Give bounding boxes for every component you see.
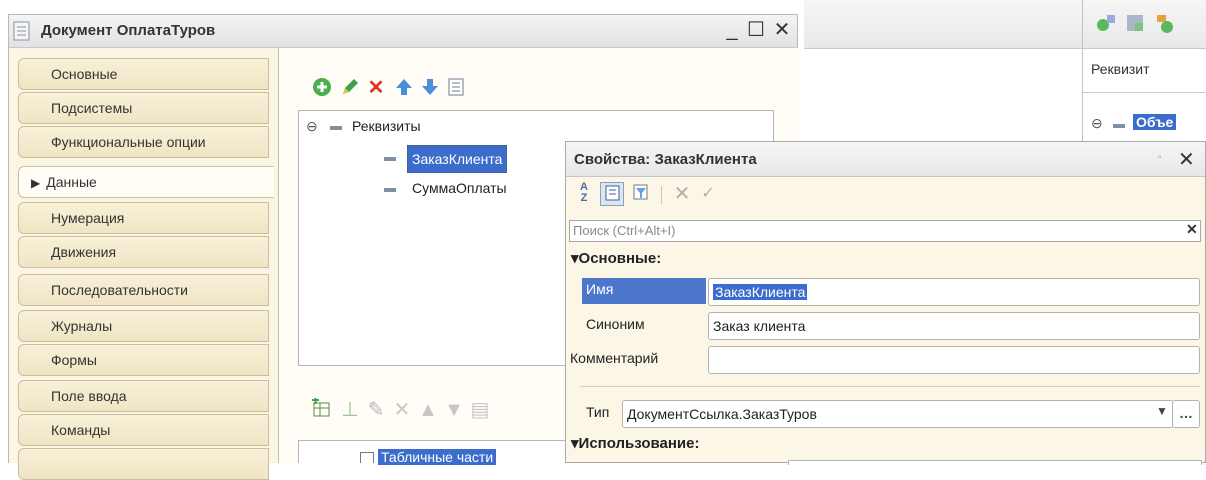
- tab-label: Нумерация: [51, 210, 125, 226]
- tabular-parts-icon: [360, 452, 374, 463]
- edit-pencil-icon[interactable]: ✎: [364, 398, 388, 422]
- list-icon[interactable]: ▤: [468, 398, 492, 422]
- tab-numbering[interactable]: Нумерация: [18, 202, 269, 234]
- section-divider: [580, 386, 1200, 387]
- name-label: Имя: [586, 281, 614, 297]
- tab-commands[interactable]: Команды: [18, 414, 269, 446]
- section-main-label: Основные:: [578, 250, 662, 267]
- move-up-icon[interactable]: ▲: [416, 398, 440, 422]
- comment-label: Комментарий: [570, 350, 659, 366]
- tab-functional-options[interactable]: Функциональные опции: [18, 126, 269, 158]
- tab-label: Последовательности: [51, 282, 188, 298]
- name-value: ЗаказКлиента: [713, 284, 808, 300]
- tab-label: Команды: [51, 422, 111, 438]
- add-child-icon[interactable]: ⊥: [338, 398, 362, 422]
- right-panel-divider: [1083, 92, 1206, 93]
- tab-data[interactable]: ▶ Данные: [18, 166, 274, 198]
- move-down-icon[interactable]: [418, 76, 442, 100]
- tab-label: Движения: [51, 244, 117, 260]
- sort-az-icon[interactable]: AZ: [572, 182, 596, 206]
- tab-journals[interactable]: Журналы: [18, 310, 269, 342]
- add-icon[interactable]: [310, 76, 334, 100]
- type-label: Тип: [586, 404, 610, 420]
- attribute-dash-icon: [1113, 124, 1125, 128]
- document-icon: [13, 21, 31, 41]
- list-icon[interactable]: [444, 76, 468, 100]
- properties-search-input[interactable]: Поиск (Ctrl+Alt+I): [569, 220, 1201, 242]
- tab-label: Основные: [51, 66, 118, 82]
- tab-forms[interactable]: Формы: [18, 344, 269, 376]
- add-green-icon[interactable]: [1093, 12, 1117, 36]
- tab-label: Формы: [51, 352, 97, 368]
- attribute-icon: [384, 157, 396, 161]
- tab-subsystems[interactable]: Подсистемы: [18, 92, 269, 124]
- collapse-icon[interactable]: ⊖: [1091, 115, 1103, 132]
- tree-item[interactable]: СуммаОплаты: [412, 180, 507, 196]
- attribute-group-icon: [330, 126, 342, 130]
- properties-dialog: Свойства: ЗаказКлиента ▫ ✕ AZ ✕ ✓ Поиск …: [565, 141, 1206, 465]
- close-icon[interactable]: ✕: [771, 19, 793, 41]
- tree-root-requisites[interactable]: Реквизиты: [352, 118, 421, 134]
- add-table-icon[interactable]: [310, 398, 334, 422]
- table-icon[interactable]: [1123, 12, 1147, 36]
- collapse-icon[interactable]: ⊖: [306, 118, 318, 135]
- cancel-icon[interactable]: ✕: [670, 182, 694, 206]
- attribute-icon: [384, 188, 396, 192]
- synonym-label: Синоним: [586, 316, 645, 332]
- move-up-icon[interactable]: [392, 76, 416, 100]
- add-item-icon[interactable]: [1153, 12, 1177, 36]
- tab-more[interactable]: [18, 448, 269, 480]
- delete-icon[interactable]: ✕: [364, 76, 388, 100]
- section-usage-toggle[interactable]: ▾Использование:: [571, 434, 699, 452]
- clear-search-icon[interactable]: ✕: [1186, 221, 1198, 238]
- tab-label: Подсистемы: [51, 100, 133, 116]
- section-main-toggle[interactable]: ▾Основные:: [571, 249, 661, 267]
- active-tab-arrow-icon: ▶: [31, 176, 41, 190]
- synonym-field[interactable]: Заказ клиента: [708, 312, 1200, 340]
- tree-item-selected[interactable]: ЗаказКлиента: [407, 145, 508, 173]
- tab-input-field[interactable]: Поле ввода: [18, 380, 269, 412]
- section-usage-label: Использование:: [578, 435, 700, 452]
- move-down-icon[interactable]: ▼: [442, 398, 466, 422]
- close-icon[interactable]: ✕: [1178, 147, 1195, 172]
- delete-icon[interactable]: ✕: [390, 398, 414, 422]
- tab-label: Функциональные опции: [51, 134, 206, 150]
- edit-pencil-icon[interactable]: [338, 76, 362, 100]
- type-field[interactable]: ДокументСсылка.ЗаказТуров: [622, 400, 1174, 428]
- right-panel-item[interactable]: Объе: [1133, 114, 1177, 130]
- maximize-icon[interactable]: ☐: [745, 19, 767, 41]
- tab-label: Данные: [46, 174, 97, 190]
- comment-field[interactable]: [708, 346, 1200, 374]
- tab-label: Журналы: [51, 318, 113, 334]
- type-select-button[interactable]: …: [1172, 400, 1200, 428]
- tab-main[interactable]: Основные: [18, 58, 269, 90]
- window-title: Документ ОплатаТуров: [41, 22, 216, 39]
- tab-movements[interactable]: Движения: [18, 236, 269, 268]
- apply-icon[interactable]: ✓: [696, 182, 720, 206]
- categories-icon[interactable]: [600, 182, 624, 206]
- window-titlebar: Документ ОплатаТуров _ ☐ ✕: [8, 14, 798, 48]
- filter-icon[interactable]: [628, 182, 652, 206]
- properties-titlebar: Свойства: ЗаказКлиента ▫ ✕: [566, 142, 1205, 177]
- pin-icon[interactable]: ▫: [1158, 152, 1162, 163]
- type-dropdown-icon[interactable]: ▼: [1156, 404, 1168, 418]
- tab-sequences[interactable]: Последовательности: [18, 274, 269, 306]
- right-panel-header: Реквизит: [1091, 61, 1150, 77]
- properties-title: Свойства: ЗаказКлиента: [574, 151, 757, 168]
- tab-label: Поле ввода: [51, 388, 127, 404]
- name-field[interactable]: ЗаказКлиента: [708, 278, 1200, 306]
- toolbar-separator: [661, 186, 662, 204]
- minimize-icon[interactable]: _: [721, 19, 743, 41]
